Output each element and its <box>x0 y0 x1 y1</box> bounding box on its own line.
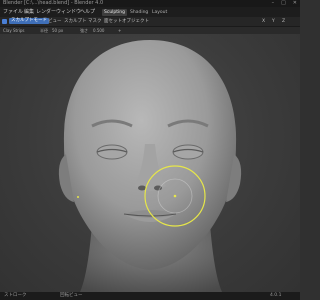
menu-help[interactable]: ヘルプ <box>80 7 95 17</box>
radius-field[interactable]: 50 px <box>52 27 63 34</box>
left-eye <box>96 144 128 160</box>
symmetry-x[interactable]: X <box>262 17 265 26</box>
right-eye <box>172 144 204 160</box>
header-menu-object[interactable]: オブジェクト <box>122 17 149 26</box>
strength-label: 強さ <box>80 28 88 33</box>
3d-viewport[interactable] <box>0 34 300 292</box>
sculpt-render <box>58 40 242 292</box>
status-bar: ストローク 回転ビュー 4.0.1 <box>0 292 300 300</box>
tab-sculpting[interactable]: Sculpting <box>102 9 128 16</box>
brush-center-dot <box>173 194 177 198</box>
symmetry-y[interactable]: Y <box>272 17 275 26</box>
menu-file[interactable]: ファイル <box>3 7 23 17</box>
menu-window[interactable]: ウィンドウ <box>56 7 81 17</box>
mode-select[interactable]: スカルプトモード <box>9 18 49 24</box>
left-nostril <box>138 185 146 191</box>
window-controls: – □ ✕ <box>272 0 297 7</box>
minimize-icon[interactable]: – <box>272 0 275 7</box>
header-menu-facesets[interactable]: 面セット <box>104 17 122 26</box>
menu-render[interactable]: レンダー <box>36 7 56 17</box>
tool-settings-bar: Clay Strips 半径 50 px 強さ 0.500 + <box>0 27 300 34</box>
radius-label: 半径 <box>40 28 48 33</box>
menu-edit[interactable]: 編集 <box>24 7 34 17</box>
brush-name[interactable]: Clay Strips <box>3 27 24 34</box>
viewport-header: スカルプトモード ビュー スカルプト マスク 面セット オブジェクト X Y Z <box>0 17 300 27</box>
symmetry-marker <box>77 196 79 198</box>
title-bar: Blender [C:\...\head.blend] - Blender 4.… <box>0 0 300 7</box>
maximize-icon[interactable]: □ <box>281 0 286 7</box>
status-version: 4.0.1 <box>270 293 282 298</box>
status-left: ストローク <box>4 293 27 298</box>
header-menu-view[interactable]: ビュー <box>48 17 62 26</box>
status-middle: 回転ビュー <box>60 293 83 298</box>
direction-toggle[interactable]: + <box>118 27 121 34</box>
strength-field[interactable]: 0.500 <box>93 27 104 34</box>
window-title: Blender [C:\...\head.blend] - Blender 4.… <box>3 0 104 6</box>
header-menu-mask[interactable]: マスク <box>88 17 102 26</box>
top-menu-bar: ファイル 編集 レンダー ウィンドウ ヘルプ Sculpting Shading… <box>0 7 300 17</box>
header-menu-sculpt[interactable]: スカルプト <box>64 17 87 26</box>
tab-layout[interactable]: Layout <box>150 9 169 16</box>
tab-shading[interactable]: Shading <box>128 9 150 16</box>
symmetry-z[interactable]: Z <box>282 17 285 26</box>
close-icon[interactable]: ✕ <box>293 0 297 7</box>
sculpt-mode-icon <box>2 18 7 24</box>
